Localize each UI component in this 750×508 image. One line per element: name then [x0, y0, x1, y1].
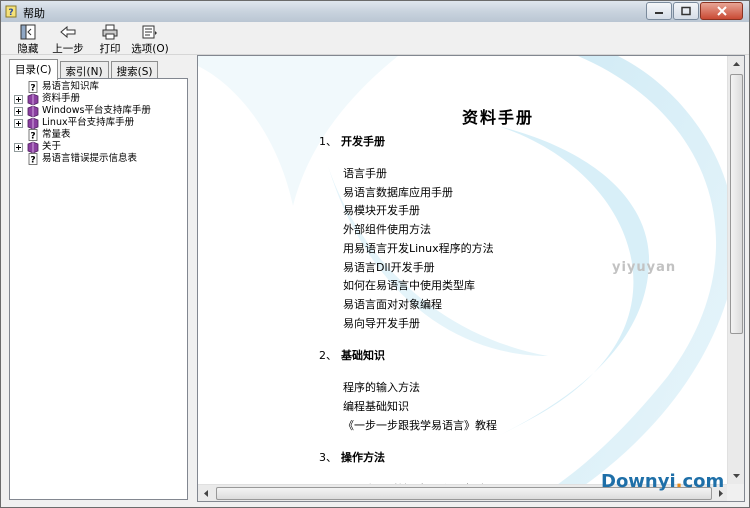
scroll-down-arrow[interactable] [728, 467, 744, 484]
contents-tree[interactable]: ? 易语言知识库 资料手册 Windows平台支持库手册 Linux平台支持库手册? 常量… [9, 78, 188, 500]
doc-link[interactable]: 《一步一步跟我学易语言》教程 [343, 417, 497, 433]
back-label: 上一步 [52, 43, 84, 55]
scroll-up-arrow[interactable] [728, 56, 744, 73]
doc-link[interactable]: 易语言面对对象编程 [343, 296, 442, 312]
options-icon [142, 25, 157, 39]
doc-link[interactable]: 易模块开发手册 [343, 202, 420, 218]
vertical-scrollbar[interactable] [727, 56, 744, 484]
close-button[interactable] [700, 2, 743, 20]
close-icon [716, 6, 727, 16]
tree-item-label: Linux平台支持库手册 [42, 117, 135, 128]
back-arrow-icon [60, 25, 76, 39]
svg-text:?: ? [8, 8, 13, 18]
book-icon [27, 117, 39, 129]
doc-link[interactable]: 易向导开发手册 [343, 315, 420, 331]
tree-item-label: 关于 [42, 141, 62, 152]
expand-plus-icon[interactable] [14, 119, 23, 128]
maximize-icon [681, 6, 691, 16]
hide-pane-icon [20, 24, 36, 40]
section-number: 1、 [319, 135, 337, 148]
scroll-left-arrow[interactable] [198, 485, 215, 501]
section-title: 开发手册 [341, 135, 385, 148]
document-title: 资料手册 [461, 108, 534, 127]
tree-item-label: 易语言知识库 [42, 81, 100, 92]
book-icon [27, 105, 39, 117]
navigation-pane: 目录(C) 索引(N) 搜索(S) ? 易语言知识库 资料手册 Windows平台支持… [5, 57, 192, 502]
nav-tabs: 目录(C) 索引(N) 搜索(S) [9, 59, 160, 80]
svg-text:?: ? [30, 84, 35, 94]
book-icon [27, 93, 39, 105]
help-page-icon: ? [28, 153, 38, 166]
back-button[interactable]: 上一步 [51, 24, 85, 55]
toolbar: 隐藏 上一步 打印 选项(O) [1, 22, 749, 55]
content-pane[interactable]: 资料手册 1、 开发手册语言手册易语言数据库应用手册 易模块开发手册 外部组件使用方法… [197, 55, 745, 502]
hide-button[interactable]: 隐藏 [13, 24, 43, 55]
expand-plus-icon[interactable] [14, 143, 23, 152]
print-button[interactable]: 打印 [96, 24, 124, 55]
window-title: 帮助 [23, 7, 45, 20]
brand-name: Downyi [601, 471, 676, 492]
section-number: 2、 [319, 349, 337, 363]
svg-text:?: ? [30, 156, 35, 166]
section-heading: 1、 开发手册 [319, 133, 385, 149]
watermark-text: yiyuyan [612, 260, 677, 275]
options-label: 选项(O) [131, 43, 169, 55]
help-page-icon: ? [28, 129, 38, 142]
help-window: ? 帮助 隐藏 上一步 打印 选项(O) 目录(C) 索引(N) 搜索(S) ?… [0, 0, 750, 508]
brand-tld: com [682, 471, 725, 492]
doc-link[interactable]: 易语言Dll开发手册 [343, 259, 435, 275]
arrow-up-icon [733, 62, 740, 66]
tree-item-label: Windows平台支持库手册 [42, 105, 151, 116]
scrollbar-corner [727, 484, 744, 501]
minimize-icon [655, 12, 663, 14]
minimize-button[interactable] [646, 2, 672, 20]
doc-link[interactable]: 如何在易语言中使用类型库 [343, 277, 475, 293]
expand-plus-icon[interactable] [14, 95, 23, 104]
arrow-left-icon [204, 490, 208, 497]
print-label: 打印 [99, 43, 121, 55]
tab-contents[interactable]: 目录(C) [9, 59, 58, 80]
arrow-down-icon [733, 474, 740, 478]
tree-item-label: 常量表 [42, 129, 71, 140]
help-app-icon: ? [5, 5, 17, 18]
svg-text:?: ? [30, 132, 35, 142]
hide-label: 隐藏 [17, 43, 39, 55]
section-heading: 2、 基础知识 [319, 347, 385, 363]
section-heading: 3、 操作方法 [319, 449, 385, 465]
section-title: 操作方法 [341, 451, 385, 465]
section-title: 基础知识 [341, 349, 385, 363]
doc-link[interactable]: 语言手册 [343, 165, 387, 181]
doc-link[interactable]: 编程基础知识 [343, 398, 409, 414]
doc-link[interactable]: 易语言数据库应用手册 [343, 184, 453, 200]
tree-item-label: 资料手册 [42, 93, 81, 104]
expand-plus-icon[interactable] [14, 107, 23, 116]
vertical-scroll-thumb[interactable] [730, 74, 743, 334]
options-button[interactable]: 选项(O) [131, 24, 169, 55]
book-icon [27, 141, 39, 153]
doc-link[interactable]: 用易语言开发Linux程序的方法 [343, 240, 494, 256]
printer-icon [102, 24, 118, 40]
tree-item-label: 易语言错误提示信息表 [42, 153, 138, 164]
doc-link[interactable]: 程序的输入方法 [343, 379, 420, 395]
title-bar[interactable]: ? 帮助 [1, 1, 749, 22]
site-watermark: Downyi.com [601, 471, 724, 492]
brand-dot: . [675, 471, 683, 492]
maximize-button[interactable] [673, 2, 699, 20]
help-page-icon: ? [28, 81, 38, 94]
section-number: 3、 [319, 451, 337, 465]
doc-link[interactable]: 外部组件使用方法 [343, 221, 431, 237]
